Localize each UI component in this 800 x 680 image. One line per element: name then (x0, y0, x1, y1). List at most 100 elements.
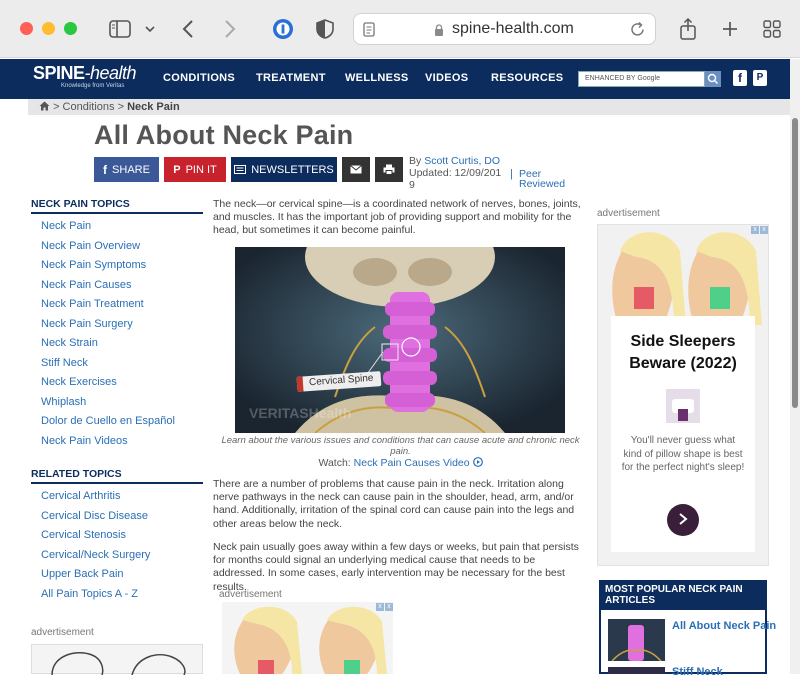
sidebar-item-treatment[interactable]: Neck Pain Treatment (31, 295, 203, 315)
browser-toolbar: spine-health.com (0, 0, 800, 58)
site-navbar: SPINE-health Knowledge from Veritas COND… (0, 59, 790, 99)
share-icon[interactable] (677, 14, 699, 44)
email-icon (350, 165, 362, 174)
right-ad-label: advertisement (597, 208, 660, 219)
sidebar-item-stiff-neck[interactable]: Stiff Neck (31, 354, 203, 374)
related-item-upper-back[interactable]: Upper Back Pain (31, 565, 203, 585)
password-manager-icon[interactable] (271, 14, 295, 44)
ad-close-icon[interactable]: x (760, 226, 768, 234)
nav-wellness[interactable]: WELLNESS (345, 72, 409, 84)
logo-suffix-text: -health (84, 63, 137, 83)
facebook-icon: f (103, 162, 108, 177)
popular-item-stiff-neck[interactable]: Stiff Neck (672, 666, 723, 678)
ad-title: Side Sleepers Beware (2022) (629, 333, 737, 372)
ad-info-icon[interactable]: x (376, 603, 384, 611)
watch-video-link[interactable]: Neck Pain Causes Video (354, 457, 470, 469)
share-facebook-button[interactable]: f SHARE (94, 157, 159, 182)
breadcrumb: > Conditions > Neck Pain (28, 99, 790, 115)
nav-conditions[interactable]: CONDITIONS (163, 72, 235, 84)
chevron-right-icon (679, 513, 688, 525)
most-popular-heading: MOST POPULAR NECK PAIN ARTICLES (599, 580, 767, 610)
forward-icon[interactable] (220, 14, 240, 44)
video-watermark: VERITASHealth (249, 405, 352, 421)
ad-illustration (51, 652, 186, 676)
related-item-neck-surgery[interactable]: Cervical/Neck Surgery (31, 546, 203, 566)
lock-icon (435, 24, 443, 36)
facebook-icon[interactable]: f (733, 70, 747, 86)
home-icon[interactable] (39, 101, 50, 111)
mid-advertisement[interactable] (222, 602, 393, 674)
related-item-arthritis[interactable]: Cervical Arthritis (31, 487, 203, 507)
watch-line: Watch: Neck Pain Causes Video (213, 457, 588, 469)
article-byline: By Scott Curtis, DO Updated: 12/09/201 9 (409, 155, 502, 191)
nav-videos[interactable]: VIDEOS (425, 72, 468, 84)
back-icon[interactable] (178, 14, 198, 44)
search-input[interactable]: ENHANCED BY Google (578, 71, 705, 87)
sidebar-item-surgery[interactable]: Neck Pain Surgery (31, 315, 203, 335)
ad-go-button[interactable] (667, 504, 699, 536)
reload-icon[interactable] (630, 21, 646, 38)
pillow-image (666, 389, 700, 423)
sidebar-topics-heading: NECK PAIN TOPICS (31, 198, 203, 214)
popular-item-neck-pain[interactable]: All About Neck Pain (672, 620, 776, 632)
article-intro: The neck—or cervical spine—is a coordina… (213, 198, 581, 237)
new-tab-icon[interactable] (719, 14, 741, 44)
breadcrumb-conditions[interactable]: Conditions (63, 101, 115, 113)
related-item-stenosis[interactable]: Cervical Stenosis (31, 526, 203, 546)
url-text: spine-health.com (452, 20, 574, 37)
ad-info-icon[interactable]: x (751, 226, 759, 234)
page-title: All About Neck Pain (94, 120, 354, 150)
play-icon[interactable] (472, 457, 483, 467)
close-window-button[interactable] (20, 22, 33, 35)
popular-thumbnail[interactable] (608, 667, 665, 674)
article-paragraph-2: There are a number of problems that caus… (213, 478, 575, 530)
sidebar-item-overview[interactable]: Neck Pain Overview (31, 237, 203, 257)
newsletters-button[interactable]: NEWSLETTERS (231, 157, 337, 182)
related-item-disc-disease[interactable]: Cervical Disc Disease (31, 507, 203, 527)
print-button[interactable] (375, 157, 403, 182)
pinterest-icon[interactable]: P (753, 70, 767, 86)
author-link[interactable]: Scott Curtis, DO (424, 155, 500, 167)
video-player[interactable]: Cervical Spine VERITASHealth (235, 247, 565, 433)
updated-date: Updated: 12/09/201 (409, 167, 502, 179)
sidebar-item-causes[interactable]: Neck Pain Causes (31, 276, 203, 296)
pinterest-icon: P (173, 163, 181, 176)
video-caption: Learn about the various issues and condi… (221, 435, 580, 457)
mid-ad-label: advertisement (219, 589, 282, 600)
scrollbar-thumb[interactable] (792, 118, 798, 408)
sidebar-toggle-icon[interactable] (106, 14, 134, 44)
left-ad-label: advertisement (31, 627, 94, 638)
minimize-window-button[interactable] (42, 22, 55, 35)
breadcrumb-neck-pain: Neck Pain (127, 101, 180, 113)
shield-icon[interactable] (314, 14, 336, 44)
nav-treatment[interactable]: TREATMENT (256, 72, 326, 84)
article-paragraph-3: Neck pain usually goes away within a few… (213, 541, 579, 593)
sidebar-item-videos[interactable]: Neck Pain Videos (31, 432, 203, 452)
ad-close-icon[interactable]: x (385, 603, 393, 611)
popular-thumbnail[interactable] (608, 619, 665, 662)
tab-overview-icon[interactable] (761, 14, 783, 44)
site-logo[interactable]: SPINE-health Knowledge from Veritas (33, 63, 137, 89)
pin-it-button[interactable]: P PIN IT (164, 157, 226, 182)
sidebar-item-whiplash[interactable]: Whiplash (31, 393, 203, 413)
ad-text: You'll never guess what kind of pillow s… (621, 435, 745, 473)
email-button[interactable] (342, 157, 370, 182)
sidebar-item-symptoms[interactable]: Neck Pain Symptoms (31, 256, 203, 276)
search-icon (707, 73, 718, 84)
zoom-window-button[interactable] (64, 22, 77, 35)
peer-reviewed-link[interactable]: Peer Reviewed (519, 169, 565, 190)
nav-resources[interactable]: RESOURCES (491, 72, 563, 84)
chevron-down-icon[interactable] (142, 14, 158, 44)
newsletter-icon (234, 165, 247, 174)
address-bar[interactable]: spine-health.com (353, 13, 656, 45)
updated-date-cont: 9 (409, 179, 415, 191)
sidebar-item-exercises[interactable]: Neck Exercises (31, 373, 203, 393)
related-item-all-topics[interactable]: All Pain Topics A - Z (31, 585, 203, 605)
left-advertisement[interactable] (31, 644, 203, 676)
search-button[interactable] (705, 71, 721, 87)
sidebar-item-espanol[interactable]: Dolor de Cuello en Español (31, 412, 203, 432)
ad-illustration (612, 232, 762, 325)
sidebar-item-neck-pain[interactable]: Neck Pain (31, 217, 203, 237)
sidebar-item-strain[interactable]: Neck Strain (31, 334, 203, 354)
page-icon (363, 22, 375, 37)
